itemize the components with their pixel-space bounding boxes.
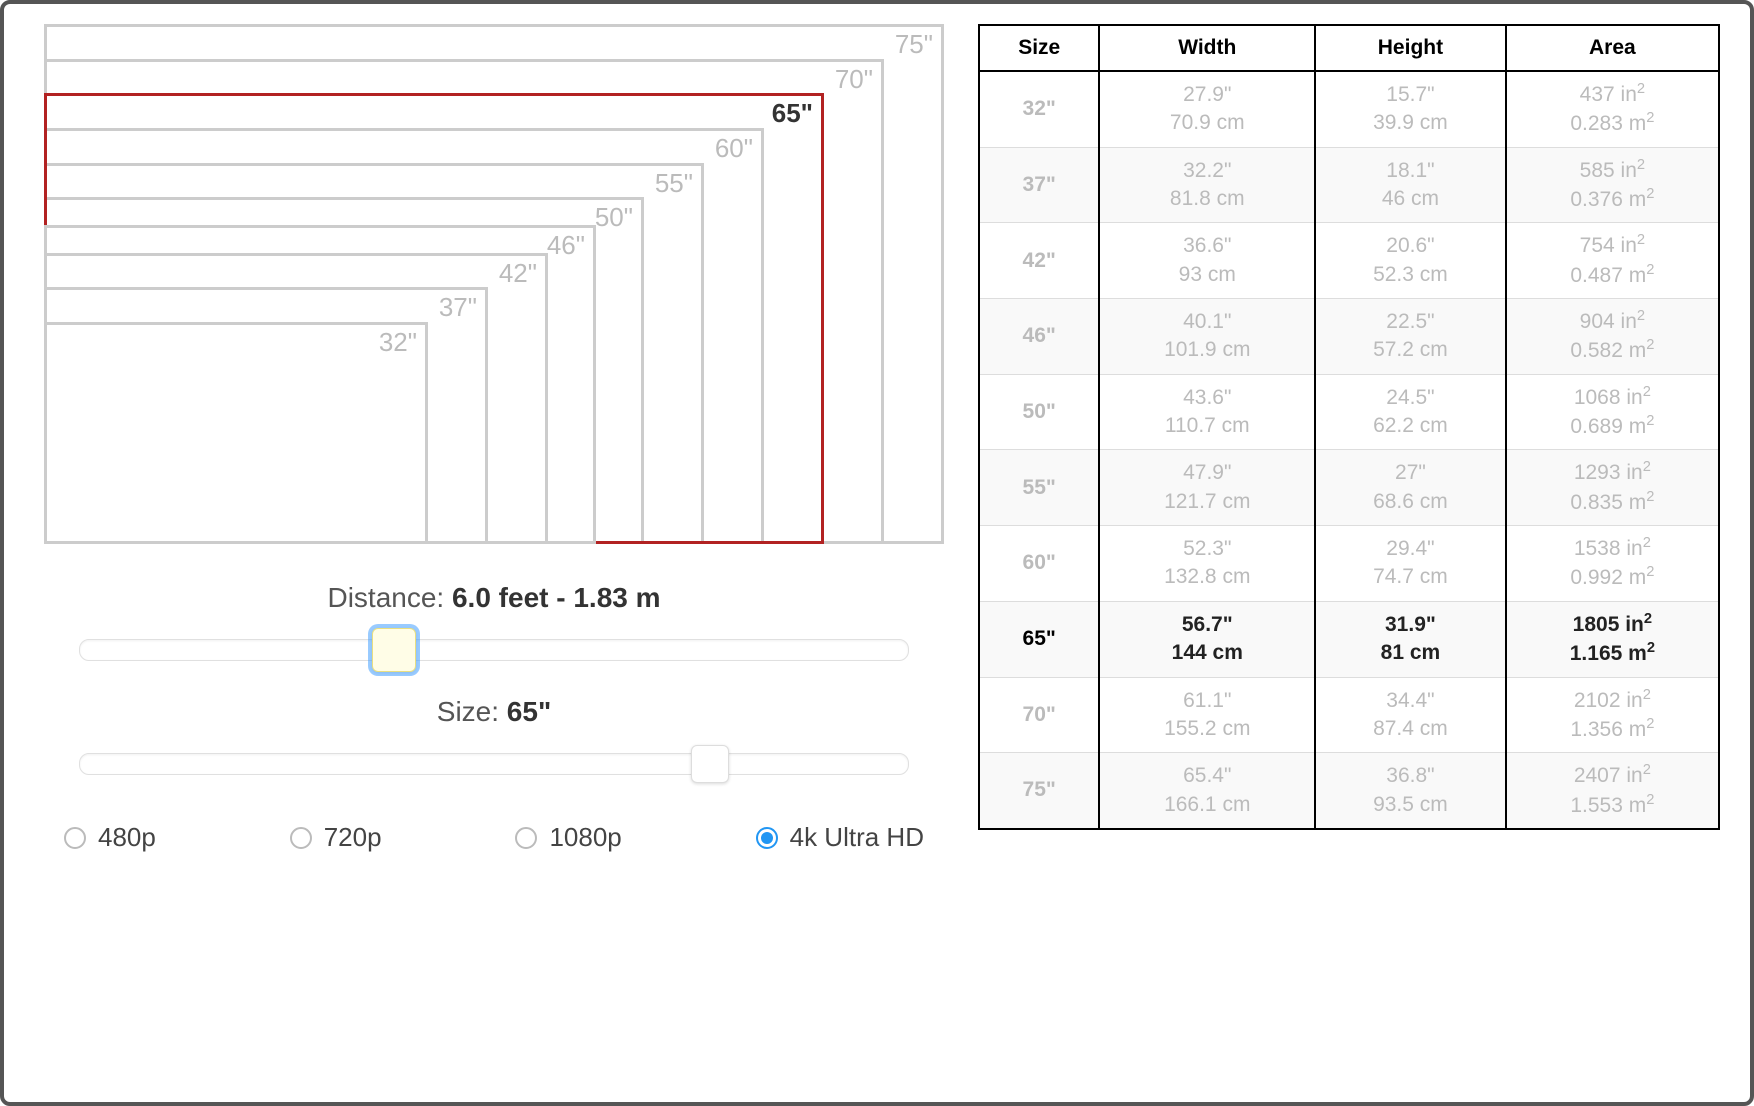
radio-label: 720p [324, 822, 382, 853]
cell-area: 1538 in20.992 m2 [1506, 526, 1719, 602]
table-header-size: Size [979, 25, 1099, 71]
size-rect-label: 75" [895, 29, 933, 60]
cell-height: 22.5"57.2 cm [1315, 299, 1506, 375]
cell-width: 32.2"81.8 cm [1099, 147, 1315, 223]
resolution-radio-720p[interactable]: 720p [290, 822, 382, 853]
resolution-radio-4k-ultra-hd[interactable]: 4k Ultra HD [756, 822, 924, 853]
cell-area: 1293 in20.835 m2 [1506, 450, 1719, 526]
size-visualization: 32"37"42"46"50"55"60"65"70"75" [44, 24, 944, 544]
cell-area: 437 in20.283 m2 [1506, 71, 1719, 147]
cell-size: 37" [979, 147, 1099, 223]
cell-area: 585 in20.376 m2 [1506, 147, 1719, 223]
cell-width: 36.6"93 cm [1099, 223, 1315, 299]
table-row: 70"61.1"155.2 cm34.4"87.4 cm2102 in21.35… [979, 677, 1719, 753]
radio-label: 4k Ultra HD [790, 822, 924, 853]
size-slider[interactable] [79, 742, 909, 786]
table-row: 60"52.3"132.8 cm29.4"74.7 cm1538 in20.99… [979, 526, 1719, 602]
size-rect-label: 46" [547, 230, 585, 261]
resolution-radio-1080p[interactable]: 1080p [515, 822, 621, 853]
cell-size: 65" [979, 601, 1099, 677]
size-rect-label: 32" [379, 327, 417, 358]
radio-circle-icon [515, 827, 537, 849]
cell-width: 56.7"144 cm [1099, 601, 1315, 677]
size-rect-label: 65" [772, 98, 813, 129]
table-header-height: Height [1315, 25, 1506, 71]
cell-width: 61.1"155.2 cm [1099, 677, 1315, 753]
cell-width: 47.9"121.7 cm [1099, 450, 1315, 526]
cell-height: 36.8"93.5 cm [1315, 753, 1506, 829]
table-header-width: Width [1099, 25, 1315, 71]
right-panel: SizeWidthHeightArea 32"27.9"70.9 cm15.7"… [978, 24, 1720, 1086]
cell-width: 52.3"132.8 cm [1099, 526, 1315, 602]
cell-size: 32" [979, 71, 1099, 147]
size-slider-thumb[interactable] [691, 745, 729, 783]
cell-width: 65.4"166.1 cm [1099, 753, 1315, 829]
cell-height: 24.5"62.2 cm [1315, 374, 1506, 450]
cell-height: 20.6"52.3 cm [1315, 223, 1506, 299]
distance-label-text: Distance: [327, 582, 444, 613]
cell-size: 55" [979, 450, 1099, 526]
distance-slider-thumb[interactable] [372, 628, 416, 672]
distance-slider-track [79, 639, 909, 661]
cell-area: 2102 in21.356 m2 [1506, 677, 1719, 753]
radio-circle-icon [64, 827, 86, 849]
cell-size: 50" [979, 374, 1099, 450]
radio-label: 1080p [549, 822, 621, 853]
cell-height: 34.4"87.4 cm [1315, 677, 1506, 753]
distance-value: 6.0 feet - 1.83 m [452, 582, 661, 613]
resolution-radios: 480p 720p 1080p 4k Ultra HD [60, 822, 928, 853]
table-row: 50"43.6"110.7 cm24.5"62.2 cm1068 in20.68… [979, 374, 1719, 450]
table-row: 65"56.7"144 cm31.9"81 cm1805 in21.165 m2 [979, 601, 1719, 677]
size-label-text: Size: [437, 696, 499, 727]
size-slider-track [79, 753, 909, 775]
cell-height: 18.1"46 cm [1315, 147, 1506, 223]
controls: Distance: 6.0 feet - 1.83 m Size: 65" 48… [34, 582, 954, 853]
table-header-row: SizeWidthHeightArea [979, 25, 1719, 71]
size-rect-32: 32" [44, 322, 428, 544]
table-row: 46"40.1"101.9 cm22.5"57.2 cm904 in20.582… [979, 299, 1719, 375]
size-rect-label: 42" [499, 258, 537, 289]
cell-size: 70" [979, 677, 1099, 753]
size-rect-label: 37" [439, 292, 477, 323]
table-row: 32"27.9"70.9 cm15.7"39.9 cm437 in20.283 … [979, 71, 1719, 147]
radio-label: 480p [98, 822, 156, 853]
cell-width: 43.6"110.7 cm [1099, 374, 1315, 450]
radio-circle-icon [756, 827, 778, 849]
table-body: 32"27.9"70.9 cm15.7"39.9 cm437 in20.283 … [979, 71, 1719, 829]
cell-area: 904 in20.582 m2 [1506, 299, 1719, 375]
distance-slider[interactable] [79, 628, 909, 672]
resolution-radio-480p[interactable]: 480p [64, 822, 156, 853]
table-header-area: Area [1506, 25, 1719, 71]
left-panel: 32"37"42"46"50"55"60"65"70"75" Distance:… [34, 24, 954, 1086]
cell-area: 1805 in21.165 m2 [1506, 601, 1719, 677]
cell-width: 40.1"101.9 cm [1099, 299, 1315, 375]
cell-size: 75" [979, 753, 1099, 829]
cell-width: 27.9"70.9 cm [1099, 71, 1315, 147]
size-rect-label: 70" [835, 64, 873, 95]
table-row: 75"65.4"166.1 cm36.8"93.5 cm2407 in21.55… [979, 753, 1719, 829]
cell-height: 29.4"74.7 cm [1315, 526, 1506, 602]
radio-circle-icon [290, 827, 312, 849]
cell-size: 60" [979, 526, 1099, 602]
cell-area: 2407 in21.553 m2 [1506, 753, 1719, 829]
cell-height: 31.9"81 cm [1315, 601, 1506, 677]
dimensions-table: SizeWidthHeightArea 32"27.9"70.9 cm15.7"… [978, 24, 1720, 830]
table-row: 37"32.2"81.8 cm18.1"46 cm585 in20.376 m2 [979, 147, 1719, 223]
cell-height: 27"68.6 cm [1315, 450, 1506, 526]
table-row: 55"47.9"121.7 cm27"68.6 cm1293 in20.835 … [979, 450, 1719, 526]
cell-height: 15.7"39.9 cm [1315, 71, 1506, 147]
cell-area: 1068 in20.689 m2 [1506, 374, 1719, 450]
cell-area: 754 in20.487 m2 [1506, 223, 1719, 299]
cell-size: 42" [979, 223, 1099, 299]
table-row: 42"36.6"93 cm20.6"52.3 cm754 in20.487 m2 [979, 223, 1719, 299]
size-value: 65" [507, 696, 551, 727]
size-label: Size: 65" [437, 696, 551, 728]
distance-label: Distance: 6.0 feet - 1.83 m [327, 582, 660, 614]
tv-size-calculator: 32"37"42"46"50"55"60"65"70"75" Distance:… [0, 0, 1754, 1106]
cell-size: 46" [979, 299, 1099, 375]
